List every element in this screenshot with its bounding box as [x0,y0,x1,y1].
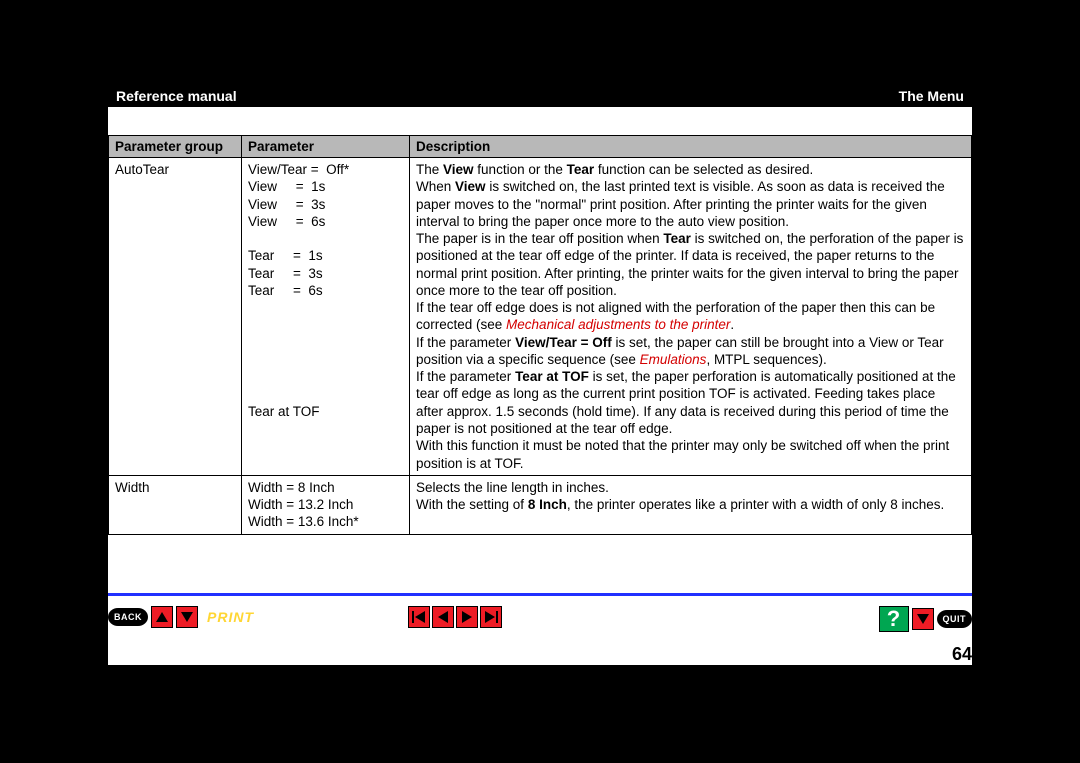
next-page-button[interactable] [456,606,478,628]
scroll-up-button[interactable] [151,606,173,628]
horizontal-rule [108,593,972,596]
nav-bar: BACK PRINT [108,606,972,642]
header-right: The Menu [899,88,964,104]
cell-group: AutoTear [109,158,242,476]
print-button[interactable]: PRINT [207,609,254,625]
header-left: Reference manual [116,88,237,104]
table-row: AutoTear View/Tear = Off* View = 1s View… [109,158,972,476]
cell-param: Width = 8 Inch Width = 13.2 Inch Width =… [242,475,410,534]
back-button[interactable]: BACK [108,608,148,626]
col-header-group: Parameter group [109,136,242,158]
header-bar: Reference manual The Menu [108,85,972,107]
first-page-button[interactable] [408,606,430,628]
cell-group: Width [109,475,242,534]
page-number: 64 [108,644,972,665]
last-page-button[interactable] [480,606,502,628]
table-row: Width Width = 8 Inch Width = 13.2 Inch W… [109,475,972,534]
help-button[interactable]: ? [879,606,909,632]
parameter-table: Parameter group Parameter Description Au… [108,135,972,535]
cell-desc: Selects the line length in inches.With t… [410,475,972,534]
col-header-desc: Description [410,136,972,158]
dropdown-button[interactable] [912,608,934,630]
quit-button[interactable]: QUIT [937,610,973,628]
col-header-param: Parameter [242,136,410,158]
scroll-down-button[interactable] [176,606,198,628]
cell-param: View/Tear = Off* View = 1s View = 3s Vie… [242,158,410,476]
cell-desc: The View function or the Tear function c… [410,158,972,476]
prev-page-button[interactable] [432,606,454,628]
